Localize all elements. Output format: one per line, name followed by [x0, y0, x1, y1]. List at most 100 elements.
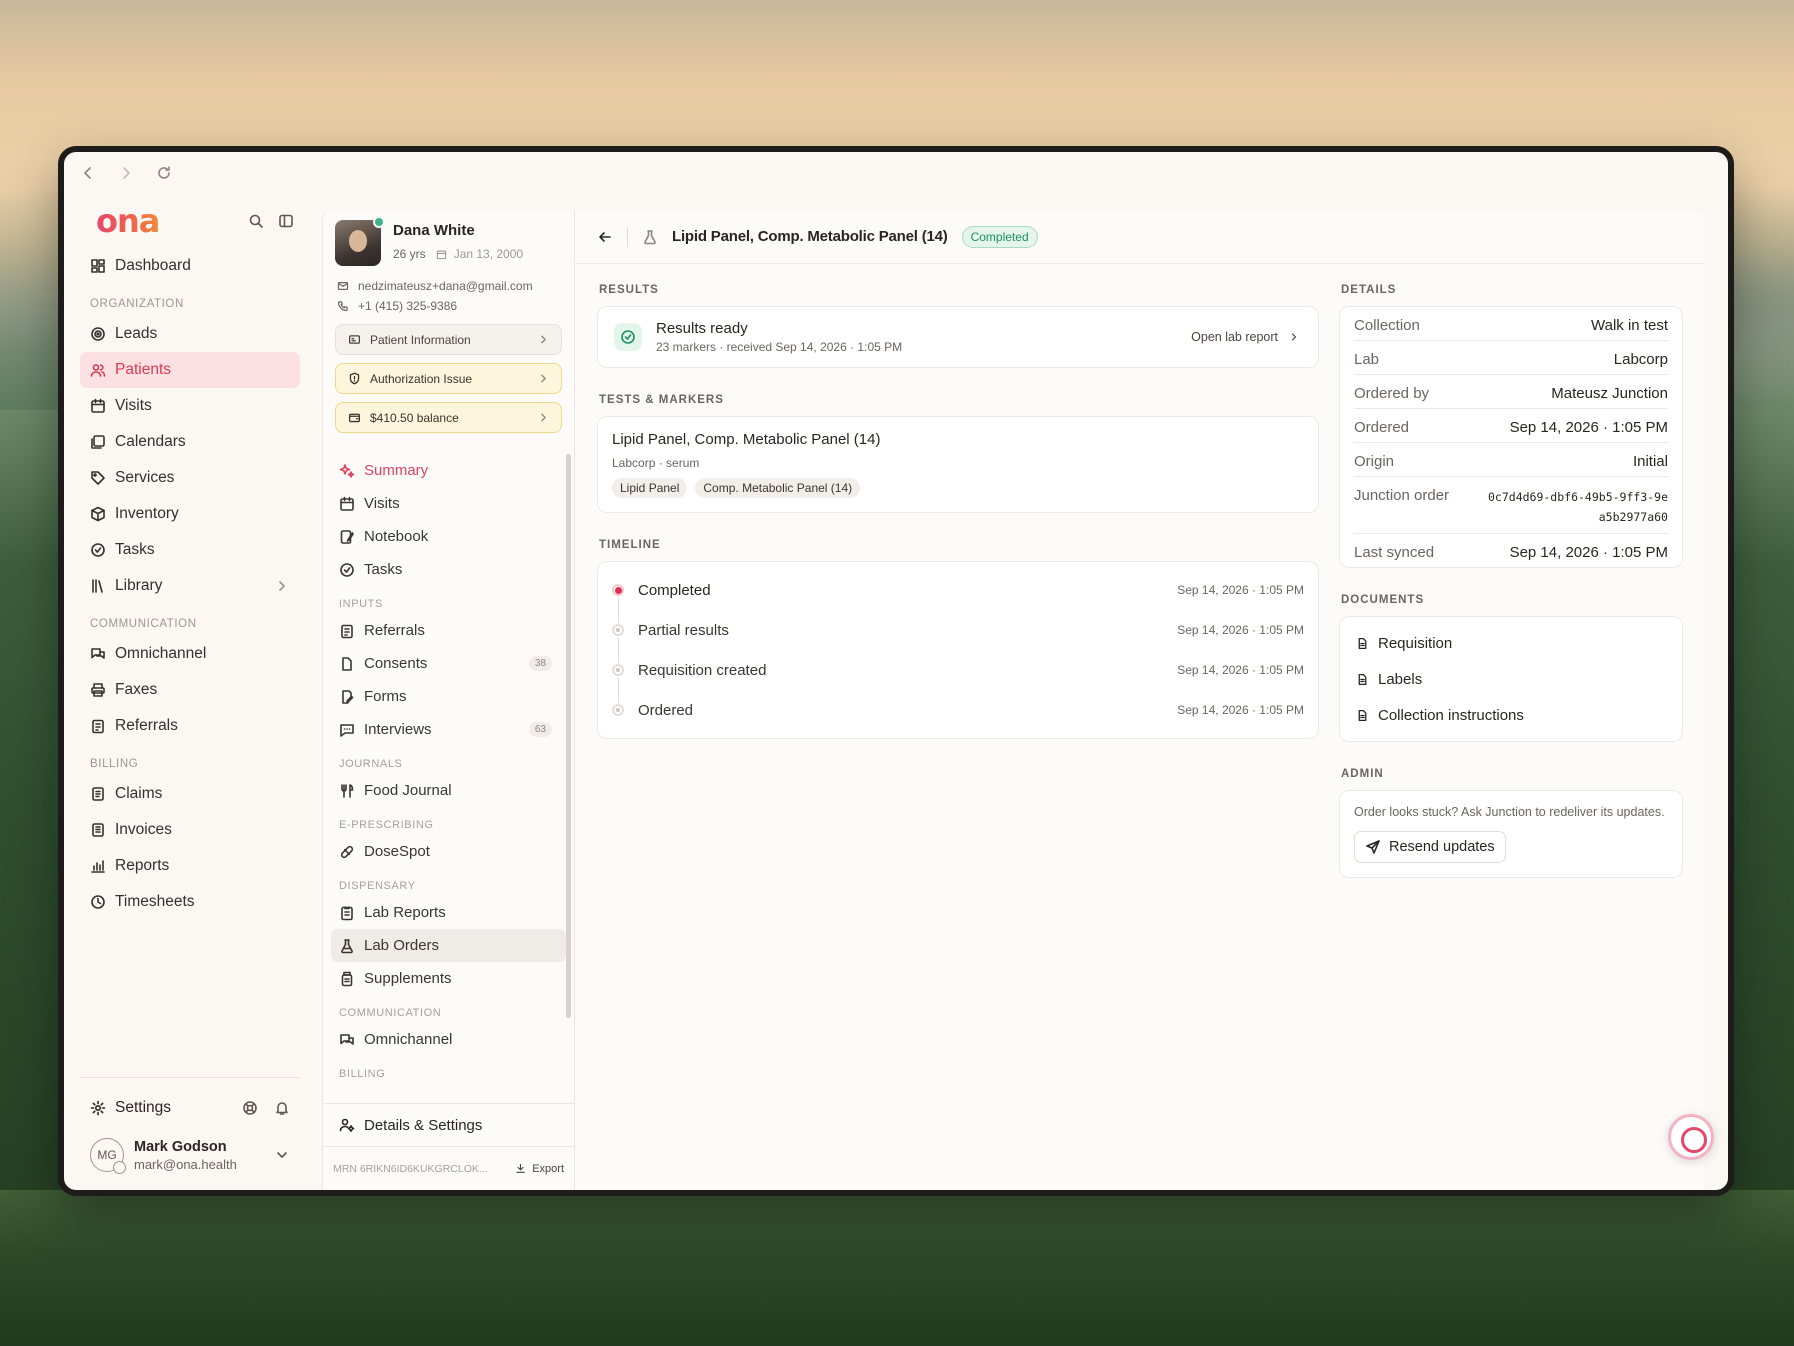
background-ground	[0, 1190, 1794, 1346]
authorization-issue-button[interactable]: Authorization Issue	[335, 363, 562, 394]
sidebar-item-referrals[interactable]: Referrals	[80, 708, 300, 744]
patient-age: 26 yrs	[393, 247, 426, 261]
document-icon	[1354, 707, 1370, 723]
patient-nav-interviews[interactable]: Interviews 63	[331, 713, 566, 746]
document-icon	[1354, 635, 1370, 651]
document-link-labels[interactable]: Labels	[1354, 661, 1668, 697]
sidebar-item-reports[interactable]: Reports	[80, 848, 300, 884]
forward-icon[interactable]	[118, 165, 134, 181]
patient-nav-consents[interactable]: Consents 38	[331, 647, 566, 680]
document-link-collection-instructions[interactable]: Collection instructions	[1354, 697, 1668, 733]
notebook-pen-icon	[339, 529, 355, 545]
back-icon[interactable]	[80, 165, 96, 181]
patient-nav-label: Lab Orders	[364, 937, 440, 954]
page-title: Lipid Panel, Comp. Metabolic Panel (14)	[672, 228, 948, 245]
flask-icon	[642, 229, 658, 245]
sidebar-item-settings[interactable]: Settings	[80, 1090, 300, 1126]
sidebar-item-library[interactable]: Library	[80, 568, 300, 604]
sidebar-item-dashboard[interactable]: Dashboard	[80, 248, 300, 284]
arrow-left-icon[interactable]	[597, 229, 613, 245]
admin-section-label: ADMIN	[1341, 768, 1384, 780]
patient-nav-label: Consents	[364, 655, 428, 672]
patient-nav-notebook[interactable]: Notebook	[331, 520, 566, 553]
patient-face	[349, 230, 367, 252]
mrn-value: MRN 6RIKN6ID6KUKGRCLOK...	[333, 1162, 488, 1175]
details-settings-button[interactable]: Details & Settings	[323, 1104, 574, 1146]
detail-value: Sep 14, 2026 · 1:05 PM	[1509, 544, 1668, 561]
patient-nav-dosespot[interactable]: DoseSpot	[331, 835, 566, 868]
download-icon	[512, 1163, 528, 1174]
patient-nav-food-journal[interactable]: Food Journal	[331, 774, 566, 807]
help-lifebuoy-icon[interactable]	[242, 1100, 258, 1116]
sidebar-item-label: Services	[115, 469, 175, 486]
timeline-label: Completed	[638, 581, 711, 599]
sidebar-item-label: Dashboard	[115, 257, 191, 274]
sidebar-item-timesheets[interactable]: Timesheets	[80, 884, 300, 920]
balance-label: $410.50 balance	[370, 410, 459, 425]
patient-nav-omnichannel[interactable]: Omnichannel	[331, 1023, 566, 1056]
patient-email[interactable]: nedzimateusz+dana@gmail.com	[358, 279, 533, 293]
patient-information-button[interactable]: Patient Information	[335, 324, 562, 355]
sidebar-section-organization: ORGANIZATION	[90, 298, 184, 310]
patient-nav-lab-reports[interactable]: Lab Reports	[331, 896, 566, 929]
sidebar-item-label: Patients	[115, 361, 172, 378]
chevron-right-icon	[1286, 331, 1302, 343]
patient-nav-tasks[interactable]: Tasks	[331, 553, 566, 586]
sidebar-item-claims[interactable]: Claims	[80, 776, 300, 812]
document-label: Labels	[1378, 670, 1423, 688]
ona-logo[interactable]: ona	[96, 202, 160, 240]
calendar-icon	[339, 496, 355, 512]
timeline-time: Sep 14, 2026 · 1:05 PM	[1177, 663, 1304, 677]
browser-toolbar	[64, 152, 1728, 194]
tests-subtitle: Labcorp · serum	[612, 456, 700, 470]
patient-nav-referrals[interactable]: Referrals	[331, 614, 566, 647]
user-menu[interactable]: MG Mark Godson mark@ona.health	[80, 1126, 300, 1190]
document-link-requisition[interactable]: Requisition	[1354, 625, 1668, 661]
patient-nav-summary[interactable]: Summary	[331, 454, 566, 487]
resend-updates-button[interactable]: Resend updates	[1354, 831, 1506, 863]
shield-icon	[346, 371, 362, 387]
document-icon	[90, 786, 106, 802]
clipboard-list-icon	[339, 905, 355, 921]
patient-nav-forms[interactable]: Forms	[331, 680, 566, 713]
interviews-count-badge: 63	[528, 722, 552, 737]
patient-panel: Dana White 26 yrs Jan 13, 2000 nedzimate…	[322, 210, 575, 1190]
detail-key: Ordered by	[1354, 385, 1430, 402]
balance-button[interactable]: $410.50 balance	[335, 402, 562, 433]
detail-row: Collection Walk in test	[1354, 307, 1668, 341]
sidebar-item-omnichannel[interactable]: Omnichannel	[80, 636, 300, 672]
consents-count-badge: 38	[528, 656, 552, 671]
search-icon[interactable]	[248, 213, 264, 229]
patient-nav-lab-orders[interactable]: Lab Orders	[331, 929, 566, 962]
open-lab-report-link[interactable]: Open lab report	[1191, 330, 1302, 344]
sidebar-item-tasks[interactable]: Tasks	[80, 532, 300, 568]
sidebar-item-services[interactable]: Services	[80, 460, 300, 496]
brand-row: ona	[80, 194, 300, 248]
authorization-issue-label: Authorization Issue	[370, 371, 473, 386]
sidebar-item-patients[interactable]: Patients	[80, 352, 300, 388]
timeline-section-label: TIMELINE	[599, 539, 661, 551]
export-button[interactable]: Export	[512, 1163, 564, 1175]
settings-label: Settings	[115, 1099, 172, 1116]
bell-icon[interactable]	[274, 1100, 290, 1116]
sidebar-item-label: Tasks	[115, 541, 155, 558]
sidebar-item-invoices[interactable]: Invoices	[80, 812, 300, 848]
calendar-icon	[90, 398, 106, 414]
patient-nav-visits[interactable]: Visits	[331, 487, 566, 520]
timeline-item: Requisition created Sep 14, 2026 · 1:05 …	[612, 650, 1304, 703]
patient-phone[interactable]: +1 (415) 325-9386	[358, 299, 457, 313]
divider	[627, 226, 628, 247]
sidebar-item-leads[interactable]: Leads	[80, 316, 300, 352]
sidebar-item-inventory[interactable]: Inventory	[80, 496, 300, 532]
sidebar-item-calendars[interactable]: Calendars	[80, 424, 300, 460]
timeline-time: Sep 14, 2026 · 1:05 PM	[1177, 583, 1304, 597]
reload-icon[interactable]	[156, 165, 172, 181]
sidebar-item-visits[interactable]: Visits	[80, 388, 300, 424]
patient-nav-label: Omnichannel	[364, 1031, 453, 1048]
sidebar-toggle-icon[interactable]	[278, 213, 294, 229]
sidebar-item-faxes[interactable]: Faxes	[80, 672, 300, 708]
assistant-fab-button[interactable]	[1668, 1114, 1714, 1160]
clipboard-icon	[339, 623, 355, 639]
patient-nav-supplements[interactable]: Supplements	[331, 962, 566, 995]
chevron-down-icon[interactable]	[274, 1147, 290, 1163]
